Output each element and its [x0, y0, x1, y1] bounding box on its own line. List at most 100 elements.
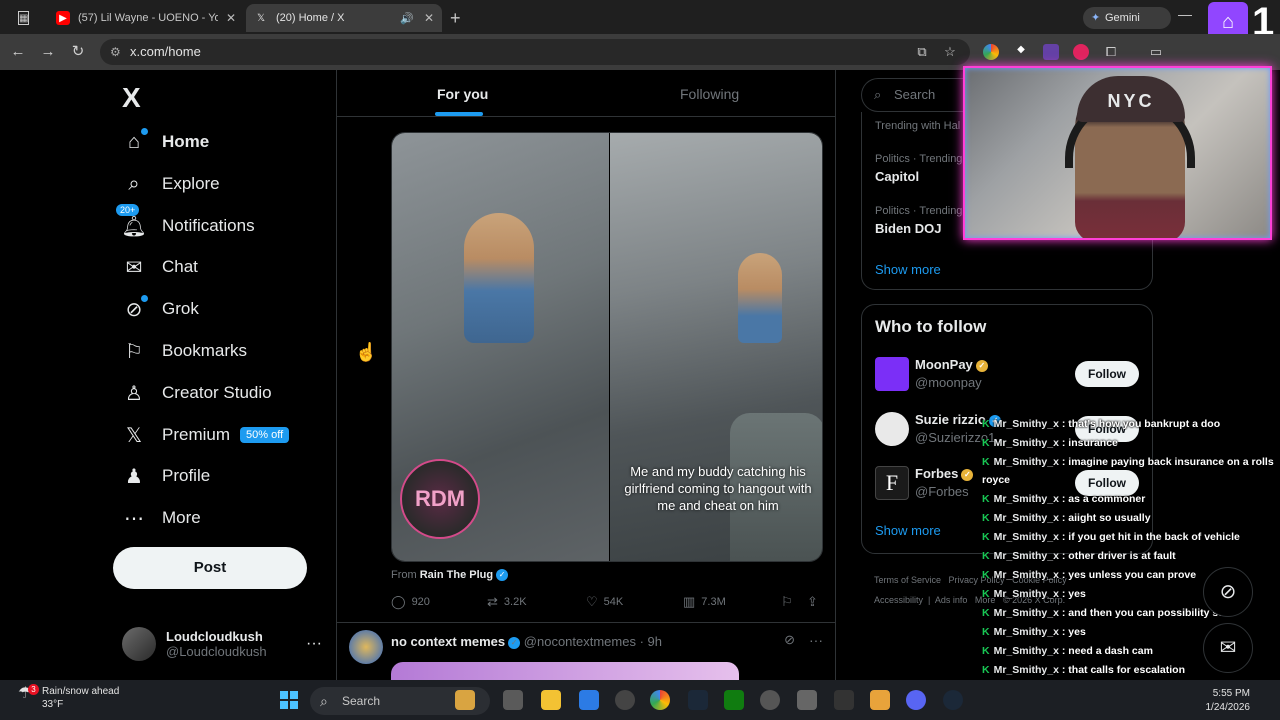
extension-icon[interactable]: ◆ — [1013, 44, 1029, 60]
extension-icon[interactable] — [1073, 44, 1089, 60]
sidepanel-icon[interactable]: ▭ — [1148, 44, 1164, 60]
steam-icon[interactable] — [943, 690, 963, 710]
account-handle: @Loudcloudkush — [166, 644, 267, 659]
system-clock[interactable]: 5:55 PM 1/24/2026 — [1196, 687, 1251, 715]
source-name[interactable]: Rain The Plug — [420, 569, 493, 581]
tab-following[interactable]: Following — [680, 86, 739, 102]
account-switcher[interactable]: Loudcloudkush @Loudcloudkush ··· — [122, 624, 322, 664]
avatar[interactable] — [349, 630, 383, 664]
app-icon[interactable] — [615, 690, 635, 710]
forward-icon[interactable]: → — [38, 42, 58, 62]
sidebar-item-more[interactable]: ⋯ More — [122, 498, 201, 538]
post-image[interactable] — [391, 662, 739, 680]
chrome-icon[interactable] — [650, 690, 670, 710]
xbox-icon[interactable] — [724, 690, 744, 710]
extension-icon[interactable] — [983, 44, 999, 60]
follow-button[interactable]: Follow — [1075, 361, 1139, 387]
rockstar-icon[interactable] — [870, 690, 890, 710]
sidebar-item-creator-studio[interactable]: ♙ Creator Studio — [122, 373, 272, 413]
footer-link[interactable]: Ads info — [935, 595, 968, 605]
like-count: 54K — [603, 596, 624, 608]
sidebar-item-premium[interactable]: 𝕏 Premium 50% off — [122, 415, 290, 455]
sidebar-item-profile[interactable]: ♟ Profile — [122, 456, 210, 496]
bookmark-button[interactable]: ⚐ — [781, 594, 799, 610]
person-icon: ♟ — [125, 465, 143, 488]
x-logo[interactable]: X — [122, 82, 141, 114]
sidebar-item-grok[interactable]: ⊘ Grok — [122, 289, 199, 329]
store-icon[interactable] — [579, 690, 599, 710]
browser-tabbar: ▦ ▶ (57) Lil Wayne - UOENO - YouTu ✕ 𝕏 (… — [0, 0, 1280, 34]
messages-float-button[interactable]: ✉ — [1203, 623, 1253, 673]
video-caption: Me and my buddy catching his girlfriend … — [624, 464, 812, 513]
chat-message: K Mr_Smithy_x : as a commoner — [982, 493, 1280, 505]
chat-separator: : — [1058, 456, 1069, 468]
views-button[interactable]: ▥ 7.3M — [683, 594, 726, 610]
footer-link[interactable]: Accessibility — [874, 595, 923, 605]
new-tab-icon[interactable]: + — [450, 8, 461, 29]
sidebar-item-chat[interactable]: ✉ Chat — [122, 247, 198, 287]
discord-icon[interactable] — [906, 690, 926, 710]
tab-x-home[interactable]: 𝕏 (20) Home / X 🔊 ✕ — [246, 4, 442, 32]
taskbar-search-label: Search — [342, 694, 381, 708]
repost-icon: ⇄ — [487, 594, 498, 609]
steam-icon[interactable] — [688, 690, 708, 710]
share-button[interactable]: ⇪ — [807, 594, 824, 610]
chat-badge-icon: K — [982, 626, 990, 638]
trend-item[interactable]: Politics · Trending Capitol — [875, 153, 962, 184]
like-button[interactable]: ♡ 54K — [586, 594, 623, 610]
sidebar-item-explore[interactable]: ⌕ Explore — [122, 164, 219, 204]
file-explorer-icon[interactable] — [541, 690, 561, 710]
reload-icon[interactable]: ↻ — [68, 42, 88, 62]
chat-separator: : — [1058, 512, 1069, 524]
post-button[interactable]: Post — [113, 547, 307, 589]
back-icon[interactable]: ← — [8, 42, 28, 62]
speaker-icon[interactable]: 🔊 — [400, 12, 414, 25]
clock-date: 1/24/2026 — [1205, 702, 1251, 713]
repost-button[interactable]: ⇄ 3.2K — [487, 594, 527, 610]
trend-item[interactable]: Trending with Hal — [875, 120, 960, 132]
chat-text: and then you can possibility sue — [1068, 607, 1231, 619]
bell-icon: 🔔︎ 20+ — [116, 204, 147, 238]
tab-for-you[interactable]: For you — [437, 86, 488, 102]
footer-link[interactable]: Terms of Service — [874, 575, 941, 585]
follow-suggestion[interactable]: MoonPay ✓ @moonpay Follow — [875, 357, 1145, 395]
puzzle-icon[interactable]: ⧠ — [1103, 44, 1119, 60]
task-view-icon[interactable] — [503, 690, 523, 710]
epic-games-icon[interactable] — [834, 690, 854, 710]
grok-float-button[interactable]: ⊘ — [1203, 567, 1253, 617]
sidebar-item-bookmarks[interactable]: ⚐ Bookmarks — [122, 331, 247, 371]
trend-item[interactable]: Politics · Trending Biden DOJ — [875, 205, 962, 236]
obs-icon[interactable] — [760, 690, 780, 710]
cast-icon[interactable]: ⧉ — [912, 42, 932, 62]
grok-icon[interactable]: ⊘ — [784, 632, 795, 648]
url-input[interactable]: ⚙ x.com/home — [100, 39, 970, 65]
tab-grid[interactable]: ▦ — [10, 4, 40, 32]
close-icon[interactable]: ✕ — [424, 11, 434, 25]
post-video[interactable]: Me and my buddy catching his girlfriend … — [391, 132, 823, 562]
show-more-trends-link[interactable]: Show more — [875, 262, 941, 277]
chat-text: yes — [1068, 626, 1086, 638]
active-tab-indicator — [435, 112, 483, 116]
sidebar-item-notifications[interactable]: 🔔︎ 20+ Notifications — [116, 204, 255, 246]
star-icon[interactable]: ☆ — [940, 42, 960, 62]
gemini-button[interactable]: ✦ Gemini — [1083, 7, 1171, 29]
show-more-follow-link[interactable]: Show more — [875, 523, 941, 538]
x-icon: 𝕏 — [125, 424, 143, 447]
minimize-icon[interactable]: — — [1178, 6, 1192, 22]
bookmark-icon: ⚐ — [781, 594, 793, 609]
close-icon[interactable]: ✕ — [226, 11, 236, 25]
site-info-icon[interactable]: ⚙ — [110, 39, 121, 65]
chat-username: Mr_Smithy_x — [993, 456, 1059, 468]
more-icon[interactable]: ··· — [809, 632, 823, 648]
tab-youtube[interactable]: ▶ (57) Lil Wayne - UOENO - YouTu ✕ — [48, 4, 244, 32]
twitch-extension-icon[interactable] — [1043, 44, 1059, 60]
post-author-name[interactable]: no context memes — [391, 634, 505, 649]
account-name: Loudcloudkush — [166, 629, 263, 644]
start-button[interactable] — [280, 691, 298, 709]
reply-button[interactable]: ◯ 920 — [391, 594, 430, 610]
share-icon: ⇪ — [807, 594, 818, 609]
chat-username: Mr_Smithy_x — [993, 437, 1059, 449]
widgets-icon[interactable] — [455, 690, 475, 710]
7zip-icon[interactable] — [797, 690, 817, 710]
sidebar-item-home[interactable]: ⌂ Home — [122, 122, 209, 162]
